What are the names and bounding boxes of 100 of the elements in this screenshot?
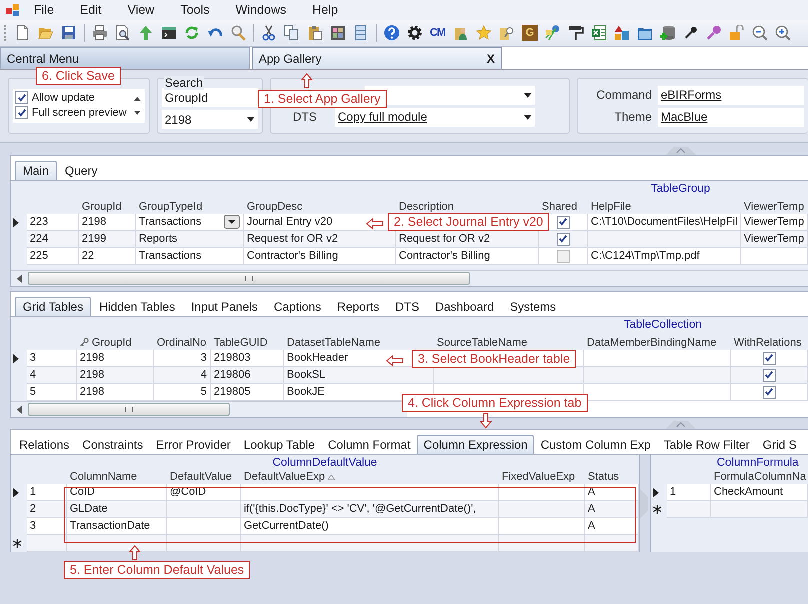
dropdown-button[interactable] [224,215,240,229]
checkbox[interactable] [762,368,776,382]
scroll-left-icon[interactable] [17,274,22,282]
menu-item[interactable]: Tools [180,3,210,17]
column-header[interactable]: DatasetTableName [284,332,434,350]
paste-icon[interactable] [307,25,323,41]
horizontal-scrollbar[interactable] [11,270,808,286]
grid-icon[interactable] [330,25,346,41]
tab[interactable]: Error Provider [150,435,238,454]
checkbox[interactable] [762,386,776,398]
checkbox[interactable] [15,106,28,119]
search-field[interactable]: GroupId [162,88,258,107]
cabinet-icon[interactable] [353,25,369,41]
scrollbar-thumb[interactable] [28,403,230,416]
tab[interactable]: Query [57,161,106,180]
column-header[interactable]: OrdinalNo [154,332,211,350]
menu-item[interactable]: Windows [236,3,286,17]
person-icon[interactable] [453,25,469,41]
console-icon[interactable] [161,25,177,41]
menu-item[interactable]: View [128,3,155,17]
toolbar-logo[interactable]: CM [430,27,446,39]
refresh-icon[interactable] [184,25,200,41]
tab[interactable]: Main [15,161,58,180]
scroll-down-icon[interactable] [134,111,141,115]
column-header[interactable]: DefaultValueExp [241,470,499,484]
menu-item[interactable]: Edit [80,3,102,17]
copy-icon[interactable] [284,25,300,41]
row-header[interactable] [11,535,27,552]
zoom-out-icon[interactable] [752,25,768,41]
tab[interactable]: Table Row Filter [657,435,756,454]
column-header[interactable]: DataMemberBindingName [584,332,731,350]
new-document-icon[interactable] [15,25,31,41]
help-icon[interactable] [384,25,400,41]
tab[interactable]: Dashboard [427,297,502,316]
tab[interactable]: Relations [13,435,76,454]
tab[interactable]: Reports [329,297,388,316]
menu-item[interactable]: File [34,3,54,17]
column-header[interactable]: SourceTableName [434,332,584,350]
command-field[interactable]: eBIRForms [658,86,804,104]
paint-roller-icon[interactable] [568,25,584,41]
splitter-grip-icon[interactable] [666,421,696,429]
tab[interactable]: Column Format [322,435,418,454]
horizontal-scrollbar[interactable] [11,401,407,417]
column-header[interactable]: GroupDesc [244,196,396,214]
tab[interactable]: Captions [266,297,330,316]
cut-icon[interactable] [261,25,277,41]
column-header[interactable]: DefaultValue [167,470,241,484]
folder-search-icon[interactable] [499,25,515,41]
column-header[interactable]: FormulaColumnNa [711,470,808,484]
checkbox[interactable] [556,250,570,262]
spreadsheet-icon[interactable] [591,25,607,41]
tab[interactable]: Column Expression [417,435,534,454]
print-preview-icon[interactable] [115,25,131,41]
star-icon[interactable] [476,25,492,41]
database-add-icon[interactable] [660,25,676,41]
search-icon[interactable] [230,25,246,41]
scroll-left-icon[interactable] [17,406,22,414]
column-header[interactable]: Description [396,196,539,214]
search-combo[interactable]: 2198 [162,110,258,129]
padlock-icon[interactable] [729,25,745,41]
document-tab[interactable]: Central Menu [0,47,250,69]
column-header[interactable]: HelpFile [588,196,741,214]
column-header[interactable]: TableGUID [211,332,284,350]
column-header[interactable]: GroupId [77,332,154,350]
close-button[interactable]: X [486,52,495,66]
column-header[interactable]: GroupId [79,196,136,214]
toolbar-logo[interactable]: G [522,25,538,41]
column-header[interactable]: WithRelations [731,332,808,350]
scroll-up-icon[interactable] [134,97,141,101]
checkbox[interactable] [556,216,570,228]
column-header[interactable]: Shared [539,196,588,214]
column-header[interactable]: GroupTypeId [136,196,244,214]
tab[interactable]: Grid Tables [15,297,92,316]
folder-icon[interactable] [637,25,653,41]
column-header[interactable]: ColumnName [67,470,167,484]
network-icon[interactable] [545,25,561,41]
tab[interactable]: Lookup Table [237,435,322,454]
gear-icon[interactable] [407,25,423,41]
splitter-grip-icon[interactable] [666,147,696,155]
shapes-icon[interactable] [614,25,630,41]
column-header[interactable]: Status [585,470,639,484]
key-icon[interactable] [683,25,699,41]
document-tab[interactable]: App Gallery X [252,47,502,69]
menu-item[interactable]: Help [312,3,338,17]
zoom-in-icon[interactable] [775,25,791,41]
tab[interactable]: DTS [387,297,428,316]
tab[interactable]: Systems [502,297,564,316]
checkbox[interactable] [15,91,28,104]
checkbox[interactable] [762,352,776,364]
checkbox[interactable] [556,232,570,246]
scrollbar-thumb[interactable] [28,272,470,285]
dts-combo[interactable]: Copy full module [335,108,535,126]
tab[interactable]: Constraints [76,435,150,454]
save-icon[interactable] [61,25,77,41]
tab[interactable]: Input Panels [183,297,266,316]
column-header[interactable]: FixedValueExp [499,470,585,484]
tab[interactable]: Grid S [756,435,804,454]
tab[interactable]: Custom Column Exp [534,435,658,454]
print-icon[interactable] [92,25,108,41]
column-header[interactable]: ViewerTemp [741,196,808,214]
